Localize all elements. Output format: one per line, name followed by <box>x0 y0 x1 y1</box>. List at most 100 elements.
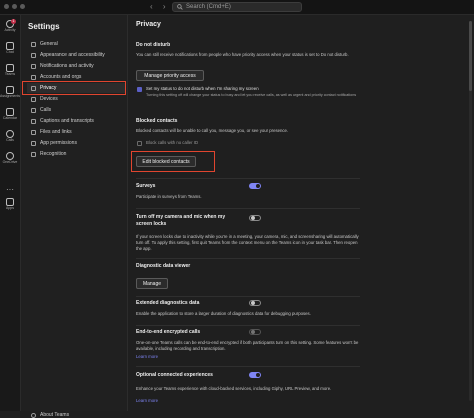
toggle-knob <box>251 216 255 220</box>
divider <box>136 366 360 367</box>
menu-label: App permissions <box>40 140 77 146</box>
dnd-heading: Do not disturb <box>136 42 171 48</box>
history-nav-arrows[interactable]: ‹ › <box>150 2 170 11</box>
phone-icon <box>6 130 14 138</box>
rail-item-more[interactable]: ··· <box>0 179 20 197</box>
diagnostic-heading: Diagnostic data viewer <box>136 263 191 269</box>
phone-icon <box>31 107 36 113</box>
extended-desc: Enable the application to store a larger… <box>136 311 311 316</box>
menu-label: General <box>40 41 58 47</box>
menu-label: Notifications and activity <box>40 63 94 69</box>
teams-icon <box>6 64 14 72</box>
manage-priority-access-button[interactable]: Manage priority access <box>136 70 204 81</box>
window-controls[interactable] <box>4 4 25 9</box>
apps-plus-icon <box>6 198 14 206</box>
block-no-caller-id-checkbox[interactable] <box>137 141 142 146</box>
menu-label: Files and links <box>40 129 72 135</box>
rail-item-teams[interactable]: Teams <box>0 63 20 81</box>
settings-item-app-permissions[interactable]: App permissions <box>27 138 125 148</box>
connected-experiences-toggle[interactable] <box>249 372 261 378</box>
scrollbar-thumb[interactable] <box>469 21 472 91</box>
e2e-heading: End-to-end encrypted calls <box>136 329 201 335</box>
more-dots-icon: ··· <box>6 185 14 194</box>
settings-item-files[interactable]: Files and links <box>27 127 125 137</box>
settings-item-captions[interactable]: Captions and transcripts <box>27 116 125 126</box>
close-window-button[interactable] <box>4 4 9 9</box>
blocked-heading: Blocked contacts <box>136 118 178 124</box>
divider <box>136 178 360 179</box>
privacy-settings-page: Privacy Do not disturb You can still rec… <box>128 15 474 411</box>
block-no-caller-id-label: Block calls with no caller ID <box>146 140 199 145</box>
cloud-icon <box>6 152 14 160</box>
rail-label: Calendar <box>2 116 18 120</box>
settings-item-calls[interactable]: Calls <box>27 105 125 115</box>
settings-item-devices[interactable]: Devices <box>27 94 125 104</box>
about-teams-link[interactable]: About Teams <box>31 412 69 418</box>
activity-badge: 1 <box>11 19 16 24</box>
menu-label: Recognition <box>40 151 67 157</box>
connected-learn-more-link[interactable]: Learn more <box>136 398 176 404</box>
search-icon <box>177 4 183 10</box>
scrollbar[interactable] <box>469 21 472 401</box>
shield-icon <box>31 140 36 146</box>
camera-desc: If your screen locks due to inactivity w… <box>136 234 359 251</box>
rail-label: Chat <box>6 50 14 54</box>
rail-label: Assignments <box>0 94 21 98</box>
dnd-screen-share-checkbox[interactable] <box>137 87 142 92</box>
divider <box>136 296 360 297</box>
settings-item-appearance[interactable]: Appearance and accessibility <box>27 50 125 60</box>
connected-heading: Optional connected experiences <box>136 372 213 378</box>
rail-label: OneDrive <box>2 160 18 164</box>
extended-diagnostics-toggle[interactable] <box>249 300 261 306</box>
blocked-highlight-box <box>131 151 215 172</box>
gear-icon <box>31 41 36 47</box>
minimize-window-button[interactable] <box>12 4 17 9</box>
recognition-icon <box>31 151 36 157</box>
e2e-toggle[interactable] <box>249 329 261 335</box>
person-icon <box>31 74 36 80</box>
e2e-desc: One-on-one Teams calls can be end-to-end… <box>136 340 359 351</box>
blocked-desc: Blocked contacts will be unable to call … <box>136 128 289 133</box>
camera-lock-toggle[interactable] <box>249 215 261 221</box>
page-title: Privacy <box>136 21 161 28</box>
title-bar: ‹ › Search (Cmd+E) <box>0 0 474 15</box>
extended-heading: Extended diagnostics data <box>136 300 200 306</box>
rail-label: Teams <box>4 72 16 76</box>
rail-item-assignments[interactable]: Assignments <box>0 85 20 103</box>
bell-icon <box>31 63 36 69</box>
settings-item-recognition[interactable]: Recognition <box>27 149 125 159</box>
rail-item-activity[interactable]: 1 Activity <box>0 19 20 37</box>
menu-label: Appearance and accessibility <box>40 52 105 58</box>
dnd-desc: You can still receive notifications from… <box>136 52 349 57</box>
settings-item-general[interactable]: General <box>27 39 125 49</box>
rail-label: Apps <box>6 206 14 210</box>
rail-item-calls[interactable]: Calls <box>0 129 20 147</box>
manage-diagnostic-button[interactable]: Manage <box>136 278 168 289</box>
menu-label: Accounts and orgs <box>40 74 82 80</box>
assignments-icon <box>6 86 14 94</box>
settings-title: Settings <box>28 22 60 31</box>
surveys-desc: Participate in surveys from Teams. <box>136 194 202 199</box>
dnd-checkbox-label: Set my status to do not disturb when I'm… <box>146 86 259 91</box>
captions-icon <box>31 118 36 124</box>
menu-label: Captions and transcripts <box>40 118 94 124</box>
connected-desc: Enhance your Teams experience with cloud… <box>136 386 332 391</box>
e2e-learn-more-link[interactable]: Learn more <box>136 354 176 360</box>
rail-item-chat[interactable]: Chat <box>0 41 20 59</box>
settings-item-notifications[interactable]: Notifications and activity <box>27 61 125 71</box>
headset-icon <box>31 96 36 102</box>
settings-nav: Settings General Appearance and accessib… <box>21 15 128 418</box>
rail-item-calendar[interactable]: Calendar <box>0 107 20 125</box>
camera-heading: Turn off my camera and mic when my scree… <box>136 214 226 227</box>
about-label: About Teams <box>40 412 70 418</box>
dnd-checkbox-desc: Turning this setting off will change you… <box>146 93 357 97</box>
rail-item-apps[interactable]: Apps <box>0 197 20 215</box>
search-placeholder: Search (Cmd+E) <box>186 4 231 10</box>
divider <box>136 208 360 209</box>
surveys-toggle[interactable] <box>249 183 261 189</box>
zoom-window-button[interactable] <box>20 4 25 9</box>
palette-icon <box>31 52 36 58</box>
rail-item-onedrive[interactable]: OneDrive <box>0 151 20 169</box>
file-icon <box>31 129 36 135</box>
search-input[interactable]: Search (Cmd+E) <box>172 2 302 12</box>
